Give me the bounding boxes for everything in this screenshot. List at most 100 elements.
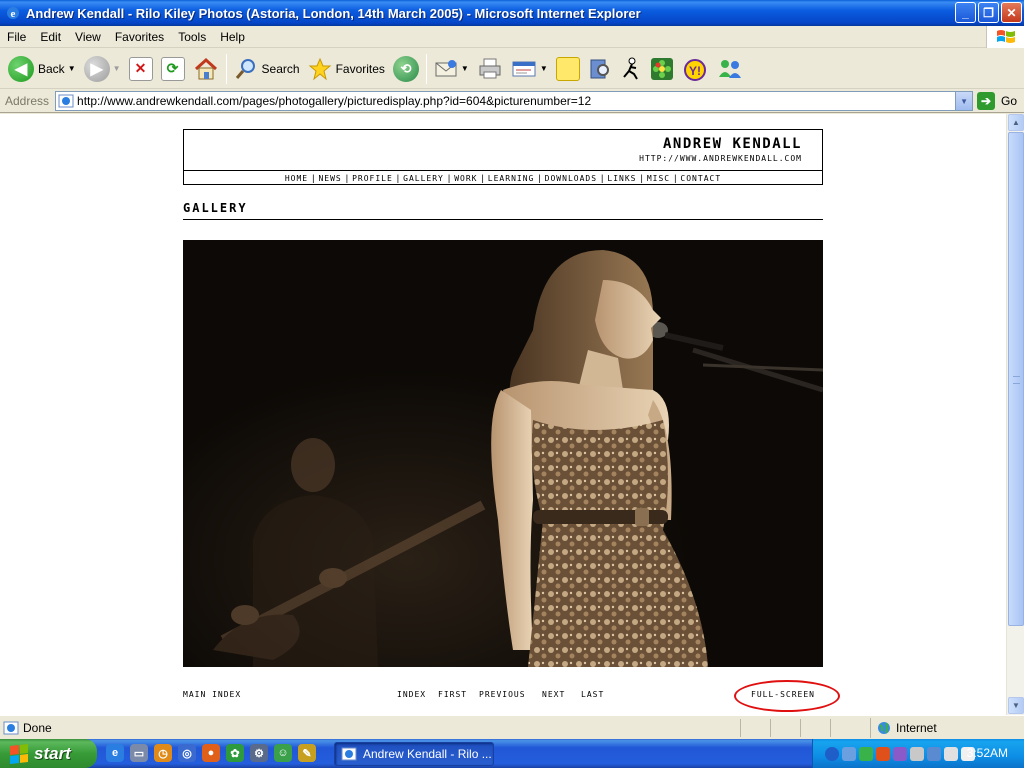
discuss-button[interactable] — [552, 52, 584, 86]
edit-quicklaunch-icon[interactable]: ✎ — [298, 744, 316, 762]
menu-edit[interactable]: Edit — [33, 30, 68, 44]
task-label: Andrew Kendall - Rilo ... — [363, 747, 492, 761]
refresh-button[interactable]: ⟳ — [157, 52, 189, 86]
menu-file[interactable]: File — [0, 30, 33, 44]
nav-learning[interactable]: LEARNING — [488, 174, 535, 183]
print-button[interactable] — [473, 52, 507, 86]
nav-home[interactable]: HOME — [285, 174, 308, 183]
search-button[interactable]: Search — [230, 52, 304, 86]
nav-gallery[interactable]: GALLERY — [403, 174, 444, 183]
nav-misc[interactable]: MISC — [647, 174, 670, 183]
msn-buddies-icon — [718, 59, 741, 78]
taskbar: start e ▭ ◷ ◎ ● ✿ ⚙ ☺ ✎ Andrew Kendall -… — [0, 739, 1024, 768]
vertical-scrollbar[interactable]: ▲ ▼ — [1006, 114, 1024, 715]
grip-icon — [1013, 376, 1020, 384]
back-label: Back — [38, 61, 65, 76]
nav-profile[interactable]: PROFILE — [352, 174, 393, 183]
menu-help[interactable]: Help — [213, 30, 252, 44]
network-quicklaunch-icon[interactable]: ⚙ — [250, 744, 268, 762]
scroll-down-icon[interactable]: ▼ — [1008, 697, 1024, 714]
status-divider — [830, 719, 831, 737]
favorites-button[interactable]: Favorites — [304, 52, 389, 86]
toolbar-separator — [225, 53, 227, 84]
icq-quicklaunch-icon[interactable]: ✿ — [226, 744, 244, 762]
edit-button[interactable]: ▼ — [507, 52, 552, 86]
menu-view[interactable]: View — [68, 30, 108, 44]
tray-expand-icon[interactable] — [825, 746, 839, 761]
research-icon — [590, 59, 609, 78]
title-bar[interactable]: e Andrew Kendall - Rilo Kiley Photos (As… — [0, 0, 1024, 26]
tray-app-icon[interactable] — [893, 746, 907, 761]
main-index-link[interactable]: MAIN INDEX — [183, 690, 241, 699]
forward-button[interactable]: ▶ ▼ — [80, 52, 125, 86]
edit-page-icon — [512, 61, 536, 76]
address-label: Address — [5, 94, 50, 108]
mail-dropdown-icon[interactable]: ▼ — [461, 64, 469, 73]
mail-button[interactable]: ▼ — [430, 52, 473, 86]
nav-divider: | — [640, 173, 643, 183]
next-link[interactable]: NEXT — [542, 690, 565, 699]
close-button[interactable]: ✕ — [1001, 2, 1022, 23]
nav-contact[interactable]: CONTACT — [680, 174, 721, 183]
tray-volume-icon[interactable] — [944, 746, 958, 761]
taskbar-window-button[interactable]: Andrew Kendall - Rilo ... — [334, 742, 494, 766]
tray-firefox-icon[interactable] — [876, 746, 890, 761]
back-arrow-icon: ◀ — [8, 55, 34, 82]
nav-links[interactable]: LINKS — [607, 174, 636, 183]
menu-favorites[interactable]: Favorites — [108, 30, 171, 44]
msn-messenger-button[interactable] — [712, 52, 748, 86]
yahoo-messenger-button[interactable]: Y! — [678, 52, 712, 86]
ie-quicklaunch-icon[interactable]: e — [106, 744, 124, 762]
first-link[interactable]: FIRST — [438, 690, 467, 699]
menu-bar: File Edit View Favorites Tools Help — [0, 26, 1024, 48]
forward-dropdown-icon[interactable]: ▼ — [113, 64, 121, 73]
minimize-button[interactable]: _ — [955, 2, 976, 23]
search-icon — [235, 58, 255, 79]
scroll-up-icon[interactable]: ▲ — [1008, 114, 1024, 131]
previous-link[interactable]: PREVIOUS — [479, 690, 526, 699]
tray-display-icon[interactable] — [927, 746, 941, 761]
icq-flower-icon — [650, 57, 673, 80]
nav-downloads[interactable]: DOWNLOADS — [545, 174, 597, 183]
back-dropdown-icon[interactable]: ▼ — [68, 64, 76, 73]
menu-tools[interactable]: Tools — [171, 30, 213, 44]
stop-icon: ✕ — [128, 56, 153, 81]
refresh-icon: ⟳ — [160, 56, 185, 81]
messenger-quicklaunch-icon[interactable]: ☺ — [274, 744, 292, 762]
media-quicklaunch-icon[interactable]: ◎ — [178, 744, 196, 762]
edit-dropdown-icon[interactable]: ▼ — [540, 64, 548, 73]
nav-divider: | — [345, 173, 349, 183]
desktop-quicklaunch-icon[interactable]: ▭ — [130, 744, 148, 762]
print-icon — [479, 58, 501, 78]
nav-news[interactable]: NEWS — [318, 174, 341, 183]
last-link[interactable]: LAST — [581, 690, 604, 699]
address-dropdown-icon[interactable]: ▼ — [955, 92, 973, 110]
research-button[interactable] — [584, 52, 616, 86]
favorites-label: Favorites — [335, 61, 385, 76]
back-button[interactable]: ◀ Back ▼ — [4, 52, 80, 86]
icq-button[interactable] — [646, 52, 678, 86]
site-name[interactable]: ANDREW KENDALL — [663, 136, 802, 152]
clock[interactable]: 3:52AM — [967, 746, 1008, 760]
firefox-quicklaunch-icon[interactable]: ● — [202, 744, 220, 762]
site-url[interactable]: HTTP://WWW.ANDREWKENDALL.COM — [639, 154, 802, 163]
index-link[interactable]: INDEX — [397, 690, 426, 699]
tray-monitor-icon[interactable] — [910, 746, 924, 761]
start-button[interactable]: start — [0, 739, 97, 768]
stop-button[interactable]: ✕ — [125, 52, 157, 86]
go-arrow-icon: ➔ — [977, 92, 996, 110]
maximize-button[interactable]: ❐ — [978, 2, 999, 23]
security-zone[interactable]: Internet — [870, 718, 1024, 738]
home-button[interactable] — [189, 52, 223, 86]
address-input[interactable]: http://www.andrewkendall.com/pages/photo… — [55, 91, 974, 111]
address-url[interactable]: http://www.andrewkendall.com/pages/photo… — [77, 94, 591, 108]
nav-work[interactable]: WORK — [454, 174, 477, 183]
go-button[interactable]: ➔ Go — [977, 92, 1017, 110]
clock-quicklaunch-icon[interactable]: ◷ — [154, 744, 172, 762]
messenger-buddy-button[interactable] — [616, 52, 646, 86]
history-button[interactable]: ⟲ — [389, 52, 423, 86]
gallery-photo[interactable] — [183, 240, 823, 667]
tray-icq-icon[interactable] — [859, 746, 873, 761]
tray-network-icon[interactable] — [842, 746, 856, 761]
scroll-thumb[interactable] — [1008, 132, 1024, 626]
